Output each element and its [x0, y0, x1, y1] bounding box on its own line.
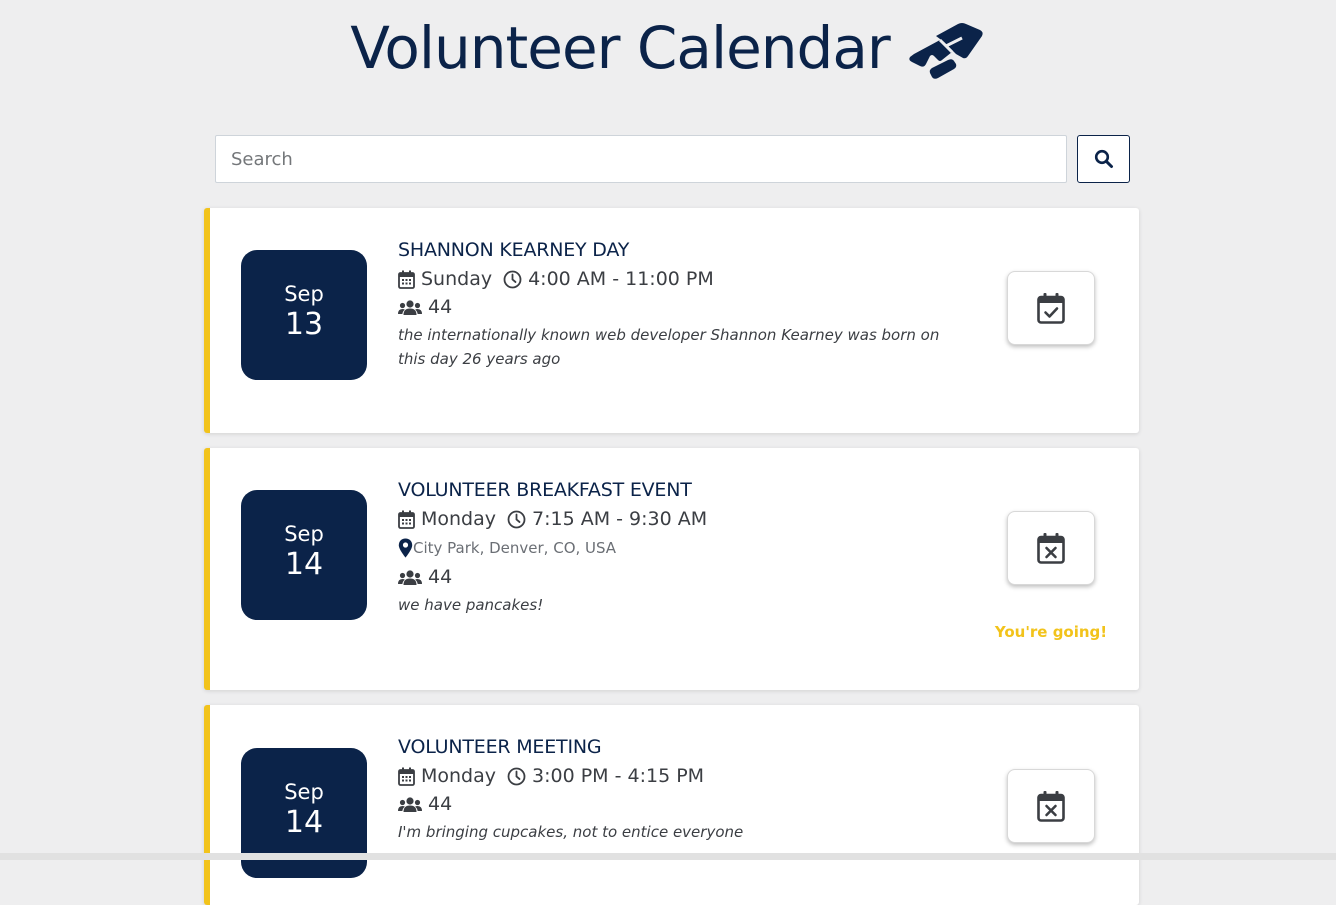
page-header: Volunteer Calendar	[0, 10, 1336, 86]
event-description: the internationally known web developer …	[398, 326, 940, 368]
date-badge: Sep 14	[241, 490, 367, 620]
cancel-rsvp-button[interactable]	[1007, 769, 1095, 843]
event-date-time: Sunday 4:00 AM - 11:00 PM	[398, 265, 958, 293]
date-day: 14	[284, 805, 324, 840]
clock-icon	[507, 510, 526, 528]
users-icon	[398, 569, 422, 585]
page-title: Volunteer Calendar	[350, 14, 890, 82]
event-title: SHANNON KEARNEY DAY	[398, 239, 630, 261]
event-time: 3:00 PM - 4:15 PM	[532, 765, 705, 787]
users-icon	[398, 299, 422, 315]
event-weekday: Monday	[421, 765, 497, 787]
clock-icon	[507, 767, 526, 785]
location-text: City Park, Denver, CO, USA	[413, 539, 617, 557]
calendar-x-icon	[1037, 790, 1065, 822]
event-attendees: 44	[398, 563, 958, 591]
map-pin-icon	[398, 538, 413, 558]
date-month: Sep	[284, 780, 324, 804]
search-input[interactable]	[215, 135, 1067, 183]
search-button[interactable]	[1077, 135, 1130, 183]
event-date-time: Monday 3:00 PM - 4:15 PM	[398, 762, 958, 790]
rsvp-button[interactable]	[1007, 271, 1095, 345]
event-details: SHANNON KEARNEY DAY Sunday 4:00 AM - 11:…	[398, 238, 958, 371]
event-weekday: Monday	[421, 508, 497, 530]
event-card: Sep 14 VOLUNTEER MEETING Monday 3:00 PM …	[204, 705, 1139, 905]
users-icon	[398, 796, 422, 812]
calendar-icon	[398, 270, 415, 289]
date-day: 13	[284, 307, 324, 342]
event-description: we have pancakes!	[398, 596, 544, 614]
handshake-icon	[909, 23, 983, 79]
event-time: 7:15 AM - 9:30 AM	[532, 508, 708, 530]
calendar-x-icon	[1037, 532, 1065, 564]
event-attendees: 44	[398, 293, 958, 321]
event-details: VOLUNTEER MEETING Monday 3:00 PM - 4:15 …	[398, 735, 958, 844]
event-details: VOLUNTEER BREAKFAST EVENT Monday 7:15 AM…	[398, 478, 958, 617]
calendar-icon	[398, 510, 415, 529]
horizontal-scrollbar[interactable]	[0, 853, 1336, 860]
event-title: VOLUNTEER BREAKFAST EVENT	[398, 479, 692, 501]
calendar-check-icon	[1037, 292, 1065, 324]
cancel-rsvp-button[interactable]	[1007, 511, 1095, 585]
event-card: Sep 14 VOLUNTEER BREAKFAST EVENT Monday …	[204, 448, 1139, 690]
date-badge: Sep 13	[241, 250, 367, 380]
event-title: VOLUNTEER MEETING	[398, 736, 602, 758]
event-card: Sep 13 SHANNON KEARNEY DAY Sunday 4:00 A…	[204, 208, 1139, 433]
event-location: City Park, Denver, CO, USA	[398, 533, 958, 563]
going-status: You're going!	[994, 623, 1108, 641]
date-day: 14	[284, 547, 324, 582]
event-time: 4:00 AM - 11:00 PM	[528, 268, 714, 290]
date-month: Sep	[284, 522, 324, 546]
date-month: Sep	[284, 282, 324, 306]
search-icon	[1094, 149, 1113, 168]
event-date-time: Monday 7:15 AM - 9:30 AM	[398, 505, 958, 533]
attendee-count: 44	[428, 296, 453, 318]
clock-icon	[503, 270, 522, 288]
event-description: I'm bringing cupcakes, not to entice eve…	[398, 823, 744, 841]
attendee-count: 44	[428, 566, 453, 588]
event-weekday: Sunday	[421, 268, 493, 290]
event-attendees: 44	[398, 790, 958, 818]
calendar-icon	[398, 767, 415, 786]
attendee-count: 44	[428, 793, 453, 815]
